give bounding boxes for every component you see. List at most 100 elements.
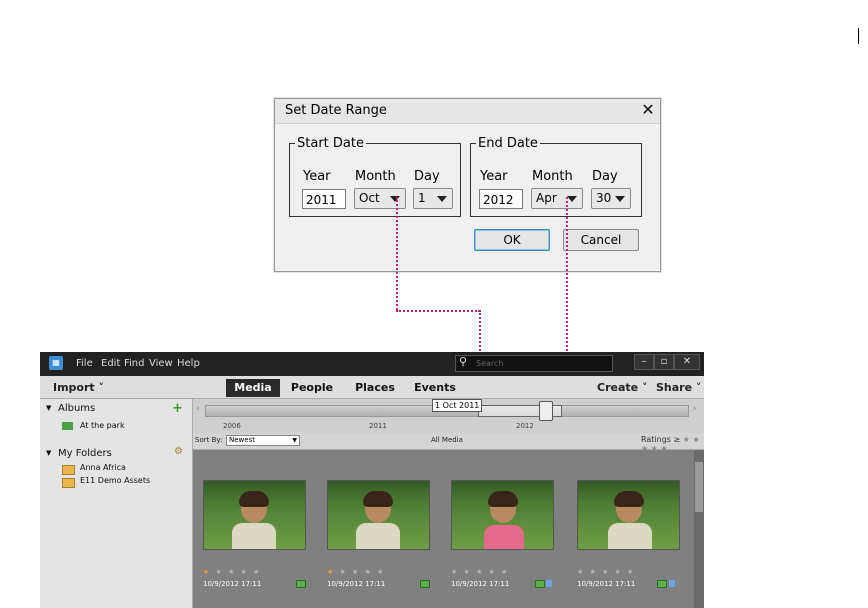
- media-thumbnail[interactable]: [327, 480, 430, 550]
- start-month-select[interactable]: Oct: [354, 188, 406, 209]
- left-panel: ▼ Albums + At the park ▼ My Folders ⚙ An…: [40, 399, 193, 608]
- sort-value: Newest: [229, 436, 255, 444]
- app-logo-icon: ▦: [49, 356, 63, 370]
- start-year-label: Year: [303, 169, 331, 184]
- media-date: 10/9/2012 17:11: [451, 580, 510, 588]
- start-month-value: Oct: [359, 191, 380, 205]
- menu-edit[interactable]: Edit: [101, 358, 120, 369]
- end-month-label: Month: [532, 169, 573, 184]
- menu-help[interactable]: Help: [177, 358, 200, 369]
- ok-button[interactable]: OK: [474, 229, 550, 251]
- edge-mark: [858, 28, 859, 44]
- media-thumbnail[interactable]: [451, 480, 554, 550]
- ratings-operator: ≥: [673, 435, 681, 444]
- organizer-window: ▦ File Edit Find View Help ⚲ Search – ▫ …: [40, 352, 704, 608]
- folder-icon: [62, 465, 75, 475]
- album-item-at-the-park[interactable]: At the park: [80, 421, 125, 430]
- connector-start-across: [396, 310, 480, 312]
- end-day-label: Day: [592, 169, 618, 184]
- share-button[interactable]: Share ˅: [656, 381, 701, 394]
- toolbar: Import ˅ Media People Places Events Crea…: [40, 376, 704, 399]
- timeline-year: 2006: [223, 422, 241, 430]
- import-button[interactable]: Import ˅: [53, 381, 104, 394]
- cancel-button[interactable]: Cancel: [563, 229, 639, 251]
- chevron-down-icon: [390, 196, 400, 202]
- dialog-titlebar: Set Date Range ✕: [275, 99, 660, 124]
- close-icon[interactable]: ✕: [638, 100, 658, 120]
- tag-icon: [546, 580, 552, 587]
- start-date-legend: Start Date: [295, 136, 366, 151]
- create-button[interactable]: Create ˅: [597, 381, 647, 394]
- start-year-field[interactable]: 2011: [302, 189, 346, 209]
- start-month-label: Month: [355, 169, 396, 184]
- media-date: 10/9/2012 17:11: [203, 580, 262, 588]
- chevron-down-icon: [437, 196, 447, 202]
- add-album-icon[interactable]: +: [172, 401, 183, 416]
- timeline-tooltip: 1 Oct 2011: [432, 399, 483, 412]
- end-month-select[interactable]: Apr: [531, 188, 583, 209]
- timeline-handle[interactable]: [539, 401, 553, 421]
- timeline-year: 2012: [516, 422, 534, 430]
- minimize-button[interactable]: –: [634, 354, 654, 370]
- share-label: Share: [656, 381, 693, 394]
- set-date-range-dialog: Set Date Range ✕ Start Date Year Month D…: [274, 98, 661, 272]
- chevron-down-icon: [615, 196, 625, 202]
- media-type-icon: [296, 580, 306, 588]
- ratings-label: Ratings: [641, 435, 671, 444]
- chevron-right-icon[interactable]: ›: [693, 404, 697, 414]
- scrollbar-thumb[interactable]: [695, 462, 703, 512]
- chevron-down-icon: ▼: [292, 437, 297, 444]
- create-label: Create: [597, 381, 639, 394]
- connector-start-down: [396, 197, 398, 310]
- media-date: 10/9/2012 17:11: [577, 580, 636, 588]
- dialog-title: Set Date Range: [285, 103, 387, 118]
- search-placeholder: Search: [476, 359, 504, 368]
- tab-media[interactable]: Media: [226, 379, 280, 397]
- end-year-field[interactable]: 2012: [479, 189, 523, 209]
- folder-item-e11-demo-assets[interactable]: E11 Demo Assets: [80, 476, 150, 485]
- sort-select[interactable]: Newest ▼: [226, 435, 300, 446]
- menu-find[interactable]: Find: [124, 358, 145, 369]
- sort-by-label: Sort By:: [195, 436, 223, 444]
- start-day-select[interactable]: 1: [413, 188, 453, 209]
- albums-toggle-icon[interactable]: ▼: [46, 404, 51, 412]
- timeline[interactable]: ‹ › 2006 2011 2012 1 Oct 2011: [193, 399, 704, 433]
- end-month-value: Apr: [536, 191, 557, 205]
- end-day-value: 30: [596, 191, 612, 205]
- maximize-button[interactable]: ▫: [654, 354, 674, 370]
- media-grid: ★ ★ ★ ★ ★ 10/9/2012 17:11 ★ ★ ★ ★ ★ 10/9…: [193, 450, 694, 608]
- menu-view[interactable]: View: [149, 358, 173, 369]
- folder-options-icon[interactable]: ⚙: [174, 446, 183, 457]
- media-thumbnail[interactable]: [577, 480, 680, 550]
- start-day-label: Day: [414, 169, 440, 184]
- end-year-label: Year: [480, 169, 508, 184]
- album-icon: [62, 422, 73, 430]
- close-window-button[interactable]: ✕: [674, 354, 700, 370]
- tab-people[interactable]: People: [285, 379, 339, 397]
- menu-file[interactable]: File: [76, 358, 93, 369]
- media-type-icon: [535, 580, 545, 588]
- start-day-value: 1: [418, 191, 426, 205]
- import-label: Import: [53, 381, 95, 394]
- rating-stars[interactable]: ★ ★ ★ ★ ★: [577, 568, 635, 576]
- media-date: 10/9/2012 17:11: [327, 580, 386, 588]
- end-day-select[interactable]: 30: [591, 188, 631, 209]
- tab-events[interactable]: Events: [408, 379, 462, 397]
- menubar: ▦ File Edit Find View Help ⚲ Search – ▫ …: [40, 352, 704, 376]
- folder-icon: [62, 478, 75, 488]
- rating-stars[interactable]: ★ ★ ★ ★ ★: [203, 568, 261, 576]
- rating-stars[interactable]: ★ ★ ★ ★ ★: [451, 568, 509, 576]
- albums-header[interactable]: Albums: [58, 403, 95, 414]
- folders-toggle-icon[interactable]: ▼: [46, 449, 51, 457]
- folder-item-anna-africa[interactable]: Anna Africa: [80, 463, 126, 472]
- tab-places[interactable]: Places: [348, 379, 402, 397]
- folders-header[interactable]: My Folders: [58, 448, 112, 459]
- media-type-icon: [420, 580, 430, 588]
- rating-stars[interactable]: ★ ★ ★ ★ ★: [327, 568, 385, 576]
- tag-icon: [669, 580, 675, 587]
- media-type-icon: [657, 580, 667, 588]
- chevron-down-icon: [567, 196, 577, 202]
- search-icon: ⚲: [459, 355, 468, 368]
- chevron-left-icon[interactable]: ‹: [196, 404, 200, 414]
- media-thumbnail[interactable]: [203, 480, 306, 550]
